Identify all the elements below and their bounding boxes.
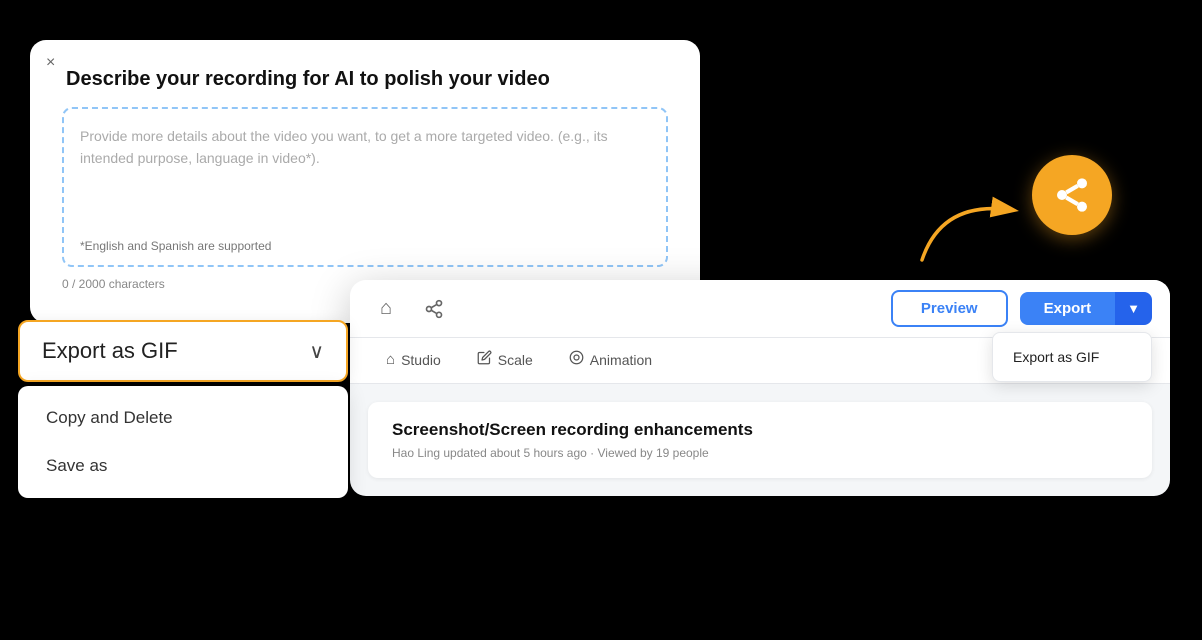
preview-button[interactable]: Preview xyxy=(891,290,1008,327)
animation-icon xyxy=(569,350,584,369)
content-area: Screenshot/Screen recording enhancements… xyxy=(350,384,1170,496)
export-button-group: Export ▼ xyxy=(1020,292,1152,325)
supported-note: *English and Spanish are supported xyxy=(80,239,271,253)
toolbar: ⌂ Preview Export ▼ Export as GIF xyxy=(350,280,1170,338)
main-panel: ⌂ Preview Export ▼ Export as GIF ⌂ Studi… xyxy=(350,280,1170,496)
content-meta: Hao Ling updated about 5 hours ago · Vie… xyxy=(392,446,1128,460)
tab-scale[interactable]: Scale xyxy=(459,338,551,383)
chevron-down-icon: ∨ xyxy=(309,339,324,364)
save-as-item[interactable]: Save as xyxy=(18,442,348,490)
home-button[interactable]: ⌂ xyxy=(368,291,404,327)
tab-animation[interactable]: Animation xyxy=(551,338,670,383)
content-card: Screenshot/Screen recording enhancements… xyxy=(368,402,1152,478)
content-title: Screenshot/Screen recording enhancements xyxy=(392,420,1128,440)
toolbar-export-dropdown: Export as GIF xyxy=(992,332,1152,382)
copy-and-delete-item[interactable]: Copy and Delete xyxy=(18,394,348,442)
export-gif-dropdown: Copy and Delete Save as xyxy=(18,386,348,498)
export-dropdown-button[interactable]: ▼ xyxy=(1115,292,1152,325)
export-gif-card: Export as GIF ∨ Copy and Delete Save as xyxy=(18,320,348,498)
studio-icon: ⌂ xyxy=(386,351,395,368)
export-as-gif-option[interactable]: Export as GIF xyxy=(993,339,1151,375)
share-svg xyxy=(1052,175,1092,215)
close-button[interactable]: × xyxy=(46,54,55,72)
export-gif-label: Export as GIF xyxy=(42,338,178,364)
textarea-placeholder: Provide more details about the video you… xyxy=(80,125,650,170)
tab-scale-label: Scale xyxy=(498,352,533,368)
ai-textarea-wrapper[interactable]: Provide more details about the video you… xyxy=(62,107,668,267)
arrow-decoration xyxy=(912,190,1032,270)
dialog-title: Describe your recording for AI to polish… xyxy=(66,68,668,91)
tab-studio[interactable]: ⌂ Studio xyxy=(368,338,459,383)
export-gif-button[interactable]: Export as GIF ∨ xyxy=(18,320,348,382)
tab-studio-label: Studio xyxy=(401,352,441,368)
share-circle-icon[interactable] xyxy=(1032,155,1112,235)
tab-animation-label: Animation xyxy=(590,352,652,368)
export-main-button[interactable]: Export xyxy=(1020,292,1116,325)
share-button[interactable] xyxy=(416,291,452,327)
scale-icon xyxy=(477,350,492,369)
